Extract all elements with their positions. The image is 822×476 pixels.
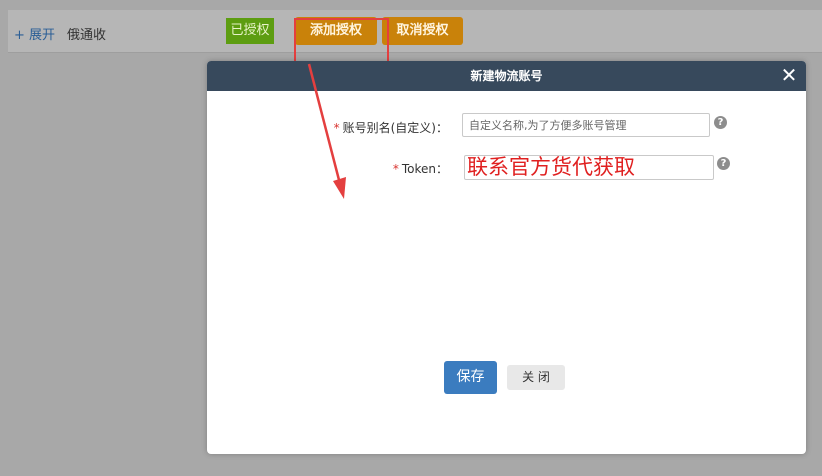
carrier-name: 俄通收 bbox=[67, 28, 107, 43]
alias-input[interactable] bbox=[462, 113, 710, 137]
alias-label-text: 账号别名(自定义)： bbox=[342, 121, 448, 135]
carrier-toolbar: + 展开 俄通收 已授权 添加授权 取消授权 bbox=[8, 10, 822, 64]
token-row: * Token： 联系官方货代获取 ? bbox=[207, 154, 806, 182]
token-label-text: Token： bbox=[401, 162, 448, 176]
required-mark: * bbox=[392, 162, 399, 176]
token-value: 联系官方货代获取 bbox=[467, 155, 635, 179]
new-logistics-account-dialog: 新建物流账号 ✕ *账号别名(自定义)： ? *Token： 联系官方货代获取 … bbox=[207, 61, 806, 454]
help-icon[interactable]: ? bbox=[717, 157, 730, 170]
required-mark: * bbox=[333, 121, 340, 135]
expand-link[interactable]: + 展开 bbox=[14, 24, 55, 43]
help-icon[interactable]: ? bbox=[714, 116, 727, 129]
token-input[interactable]: 联系官方货代获取 bbox=[464, 155, 714, 180]
authorized-badge: 已授权 bbox=[226, 18, 274, 44]
alias-label: * 账号别名(自定义)： bbox=[334, 119, 448, 136]
annotation-highlight-box bbox=[294, 18, 389, 64]
alias-row: *账号别名(自定义)： ? bbox=[207, 113, 806, 141]
cancel-authorization-button[interactable]: 取消授权 bbox=[382, 17, 463, 45]
save-button[interactable]: 保存 bbox=[444, 361, 497, 394]
dialog-header: 新建物流账号 ✕ bbox=[207, 61, 806, 91]
dialog-title: 新建物流账号 bbox=[470, 69, 543, 83]
close-button[interactable]: 关 闭 bbox=[507, 365, 565, 390]
token-label: * Token： bbox=[393, 160, 448, 177]
close-icon[interactable]: ✕ bbox=[778, 64, 800, 86]
